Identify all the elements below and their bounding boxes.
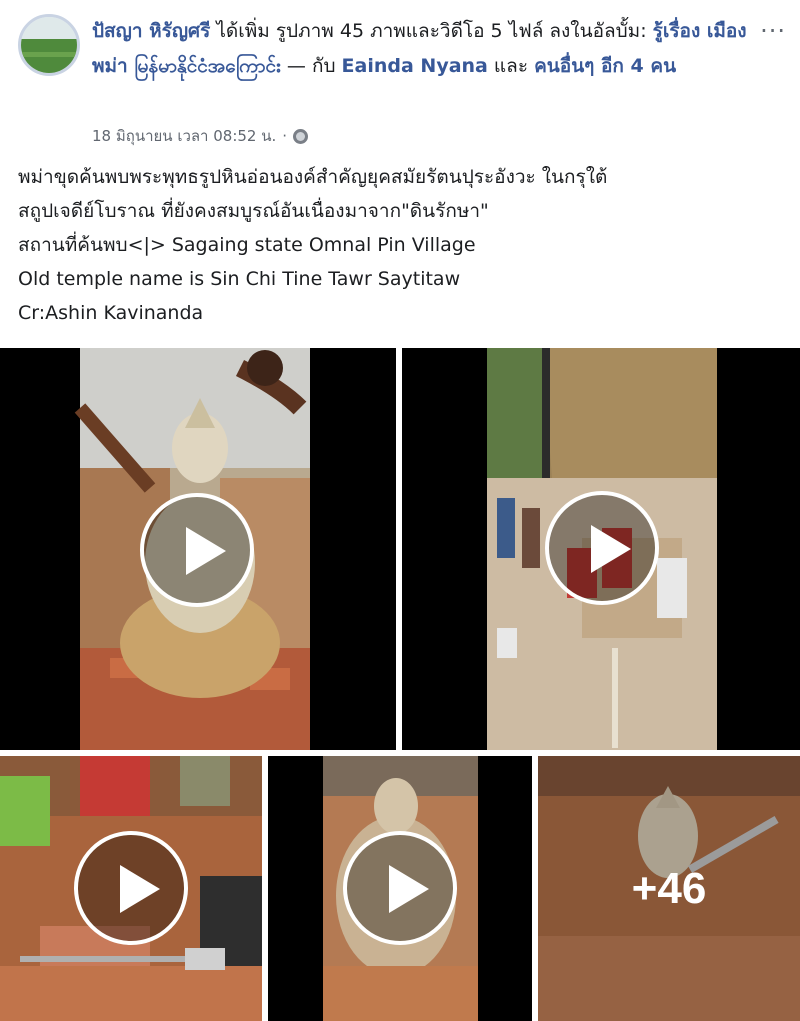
play-icon[interactable] — [140, 493, 254, 607]
post-meta: 18 มิถุนายน เวลา 08:52 น. · — [92, 124, 309, 148]
others-link[interactable]: คนอื่นๆ อีก 4 คน — [534, 55, 676, 77]
video-thumbnail-2[interactable] — [402, 348, 800, 750]
post-text-line: Old temple name is Sin Chi Tine Tawr Say… — [18, 268, 461, 290]
author-name-link[interactable]: ปัสญา หิรัญศรี — [92, 20, 210, 42]
action-text: ได้เพิ่ม รูปภาพ 45 ภาพและวิดีโอ 5 ไฟล์ ล… — [210, 20, 653, 42]
post-text-line: สถูปเจดีย์โบราณ ที่ยังคงสมบูรณ์อันเนื่อง… — [18, 200, 489, 222]
post-text: พม่าขุดค้นพบพระพุทธรูปหินอ่อนองค์สำคัญยุ… — [18, 160, 788, 330]
with-text: — กับ — [280, 55, 342, 77]
play-icon[interactable] — [545, 491, 659, 605]
tagged-person-link[interactable]: Eainda Nyana — [342, 55, 488, 77]
video-thumbnail-3[interactable] — [0, 756, 262, 1021]
photo-thumbnail-more[interactable]: +46 — [538, 756, 800, 1021]
play-icon[interactable] — [74, 831, 188, 945]
author-avatar[interactable] — [18, 14, 80, 76]
more-options-button[interactable]: ... — [760, 12, 786, 36]
post-text-line: สถานที่ค้นพบ<|> Sagaing state Omnal Pin … — [18, 234, 476, 256]
post-text-line: พม่าขุดค้นพบพระพุทธรูปหินอ่อนองค์สำคัญยุ… — [18, 166, 608, 188]
video-thumbnail-1[interactable] — [0, 348, 396, 750]
post-headline: ปัสญา หิรัญศรี ได้เพิ่ม รูปภาพ 45 ภาพและ… — [92, 14, 782, 84]
timestamp-link[interactable]: 18 มิถุนายน เวลา 08:52 น. — [92, 124, 276, 148]
meta-separator: · — [282, 127, 288, 145]
post-text-line: Cr:Ashin Kavinanda — [18, 302, 204, 324]
globe-icon[interactable] — [293, 128, 309, 144]
post-header: ปัสญา หิรัญศรี ได้เพิ่ม รูปภาพ 45 ภาพและ… — [0, 0, 800, 150]
others-text: และ — [487, 55, 535, 77]
more-photos-count[interactable]: +46 — [538, 756, 800, 1021]
play-icon[interactable] — [343, 831, 457, 945]
video-thumbnail-4[interactable] — [268, 756, 532, 1021]
